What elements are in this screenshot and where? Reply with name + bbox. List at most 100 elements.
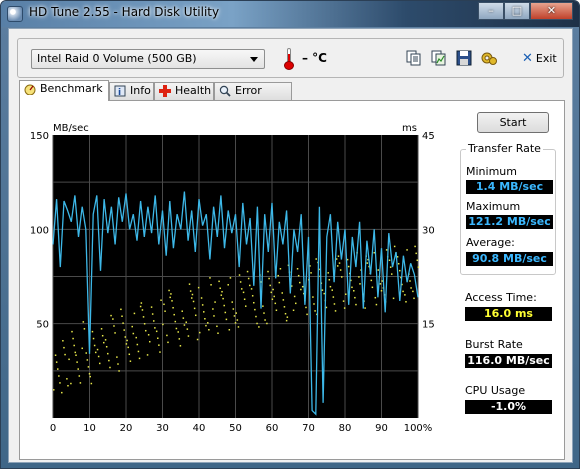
access-time-point bbox=[354, 296, 356, 299]
access-time-point bbox=[185, 321, 187, 323]
access-time-point bbox=[220, 294, 223, 296]
access-time-point bbox=[271, 298, 274, 301]
tab-error-scan[interactable]: Error Scan bbox=[214, 82, 292, 113]
access-time-point bbox=[174, 320, 177, 323]
access-time-point bbox=[109, 366, 111, 369]
tab-benchmark[interactable]: Benchmark bbox=[19, 80, 109, 101]
access-time-point bbox=[347, 265, 350, 268]
access-time-point bbox=[94, 351, 97, 354]
access-time-point bbox=[333, 303, 336, 305]
access-time-point bbox=[146, 354, 149, 356]
tab-health[interactable]: Health bbox=[154, 82, 214, 100]
burst-rate-value: 116.0 MB/sec bbox=[465, 354, 552, 368]
access-time-point bbox=[70, 382, 72, 385]
access-time-point bbox=[118, 370, 120, 372]
access-time-point bbox=[327, 272, 329, 274]
access-time-point bbox=[269, 284, 271, 287]
access-time-point bbox=[219, 287, 221, 290]
access-time-point bbox=[138, 357, 141, 360]
access-time-point bbox=[59, 382, 61, 384]
access-time-point bbox=[210, 284, 212, 286]
access-time-point bbox=[417, 266, 420, 268]
average-value: 90.8 MB/sec bbox=[466, 252, 553, 266]
access-time-point bbox=[238, 274, 241, 276]
start-button[interactable]: Start bbox=[477, 112, 549, 133]
access-time-point bbox=[208, 329, 210, 331]
access-time-point bbox=[284, 312, 287, 315]
access-time-point bbox=[249, 284, 251, 287]
access-time-point bbox=[292, 309, 295, 312]
benchmark-icon bbox=[24, 84, 36, 95]
access-time-point bbox=[255, 315, 257, 318]
svg-text:i: i bbox=[118, 88, 121, 97]
access-time-point bbox=[136, 343, 139, 346]
exit-button[interactable]: ✕ Exit bbox=[522, 49, 557, 67]
temperature-readout: – °C bbox=[302, 51, 327, 65]
access-time-point bbox=[216, 325, 218, 328]
y-tick-label-right: 30 bbox=[422, 225, 435, 236]
access-time-point bbox=[169, 296, 171, 299]
title-bar[interactable]: HD Tune 2.55 - Hard Disk Utility – □ ✕ bbox=[1, 1, 579, 27]
access-time-point bbox=[299, 281, 301, 284]
access-time-point bbox=[286, 316, 289, 318]
access-time-point bbox=[93, 344, 96, 347]
access-time-point bbox=[164, 310, 166, 312]
access-time-point bbox=[67, 384, 69, 387]
access-time-point bbox=[339, 269, 342, 271]
access-time-point bbox=[205, 324, 207, 327]
minimize-button[interactable]: – bbox=[478, 2, 504, 20]
access-time-point bbox=[213, 315, 215, 317]
access-time-point bbox=[236, 319, 239, 321]
x-tick-label: 90 bbox=[375, 423, 388, 431]
access-time-point bbox=[116, 356, 118, 358]
access-time-point bbox=[92, 337, 95, 340]
access-time-point bbox=[132, 332, 135, 335]
access-time-point bbox=[243, 298, 246, 301]
access-time-point bbox=[122, 322, 124, 324]
access-time-point bbox=[108, 359, 110, 362]
access-time-point bbox=[416, 259, 419, 262]
access-time-point bbox=[68, 358, 70, 361]
access-time-point bbox=[77, 368, 79, 370]
access-time-point bbox=[371, 286, 374, 289]
access-time-point bbox=[231, 301, 233, 303]
access-time-point bbox=[175, 327, 178, 330]
access-time-point bbox=[331, 289, 333, 291]
access-time-point bbox=[224, 311, 227, 314]
access-time-point bbox=[140, 302, 143, 304]
access-time-point bbox=[375, 303, 378, 306]
drive-select[interactable]: Intel Raid 0 Volume (500 GB) bbox=[31, 49, 265, 69]
access-time-point bbox=[82, 321, 85, 323]
access-time-point bbox=[107, 352, 109, 355]
access-time-point bbox=[246, 270, 249, 273]
access-time-point bbox=[125, 343, 128, 345]
access-time-point bbox=[129, 360, 132, 362]
access-time-point bbox=[201, 304, 204, 306]
access-time-point bbox=[247, 277, 250, 280]
drive-select-value: Intel Raid 0 Volume (500 GB) bbox=[37, 52, 197, 65]
access-time-point bbox=[250, 288, 253, 290]
access-time-point bbox=[168, 289, 170, 292]
access-time-point bbox=[272, 288, 274, 291]
access-time-point bbox=[186, 328, 189, 330]
access-time-point bbox=[404, 294, 406, 296]
access-time-point bbox=[121, 315, 123, 317]
access-time-point bbox=[147, 334, 150, 336]
access-time-point bbox=[86, 359, 89, 361]
save-icon[interactable] bbox=[455, 49, 473, 67]
access-time-point bbox=[297, 274, 300, 277]
access-time-point bbox=[256, 322, 258, 325]
copy-info-icon[interactable] bbox=[405, 49, 423, 67]
access-time-point bbox=[415, 252, 417, 255]
maximize-button[interactable]: □ bbox=[504, 2, 530, 20]
access-time-point bbox=[240, 288, 243, 290]
copy-screenshot-icon[interactable] bbox=[430, 49, 448, 67]
options-icon[interactable] bbox=[480, 49, 498, 67]
benchmark-chart: 0 10 20 30 40 50 60 70 80 90 100% 150 100 50 45 30 15 MB… bbox=[20, 101, 440, 434]
close-button[interactable]: ✕ bbox=[530, 2, 573, 20]
access-time-point bbox=[196, 338, 199, 341]
access-time-point bbox=[218, 280, 220, 283]
access-time-point bbox=[55, 361, 58, 363]
toolbar: Intel Raid 0 Volume (500 GB) – °C ✕ Exit bbox=[17, 38, 564, 78]
tab-info[interactable]: i Info bbox=[109, 82, 154, 100]
